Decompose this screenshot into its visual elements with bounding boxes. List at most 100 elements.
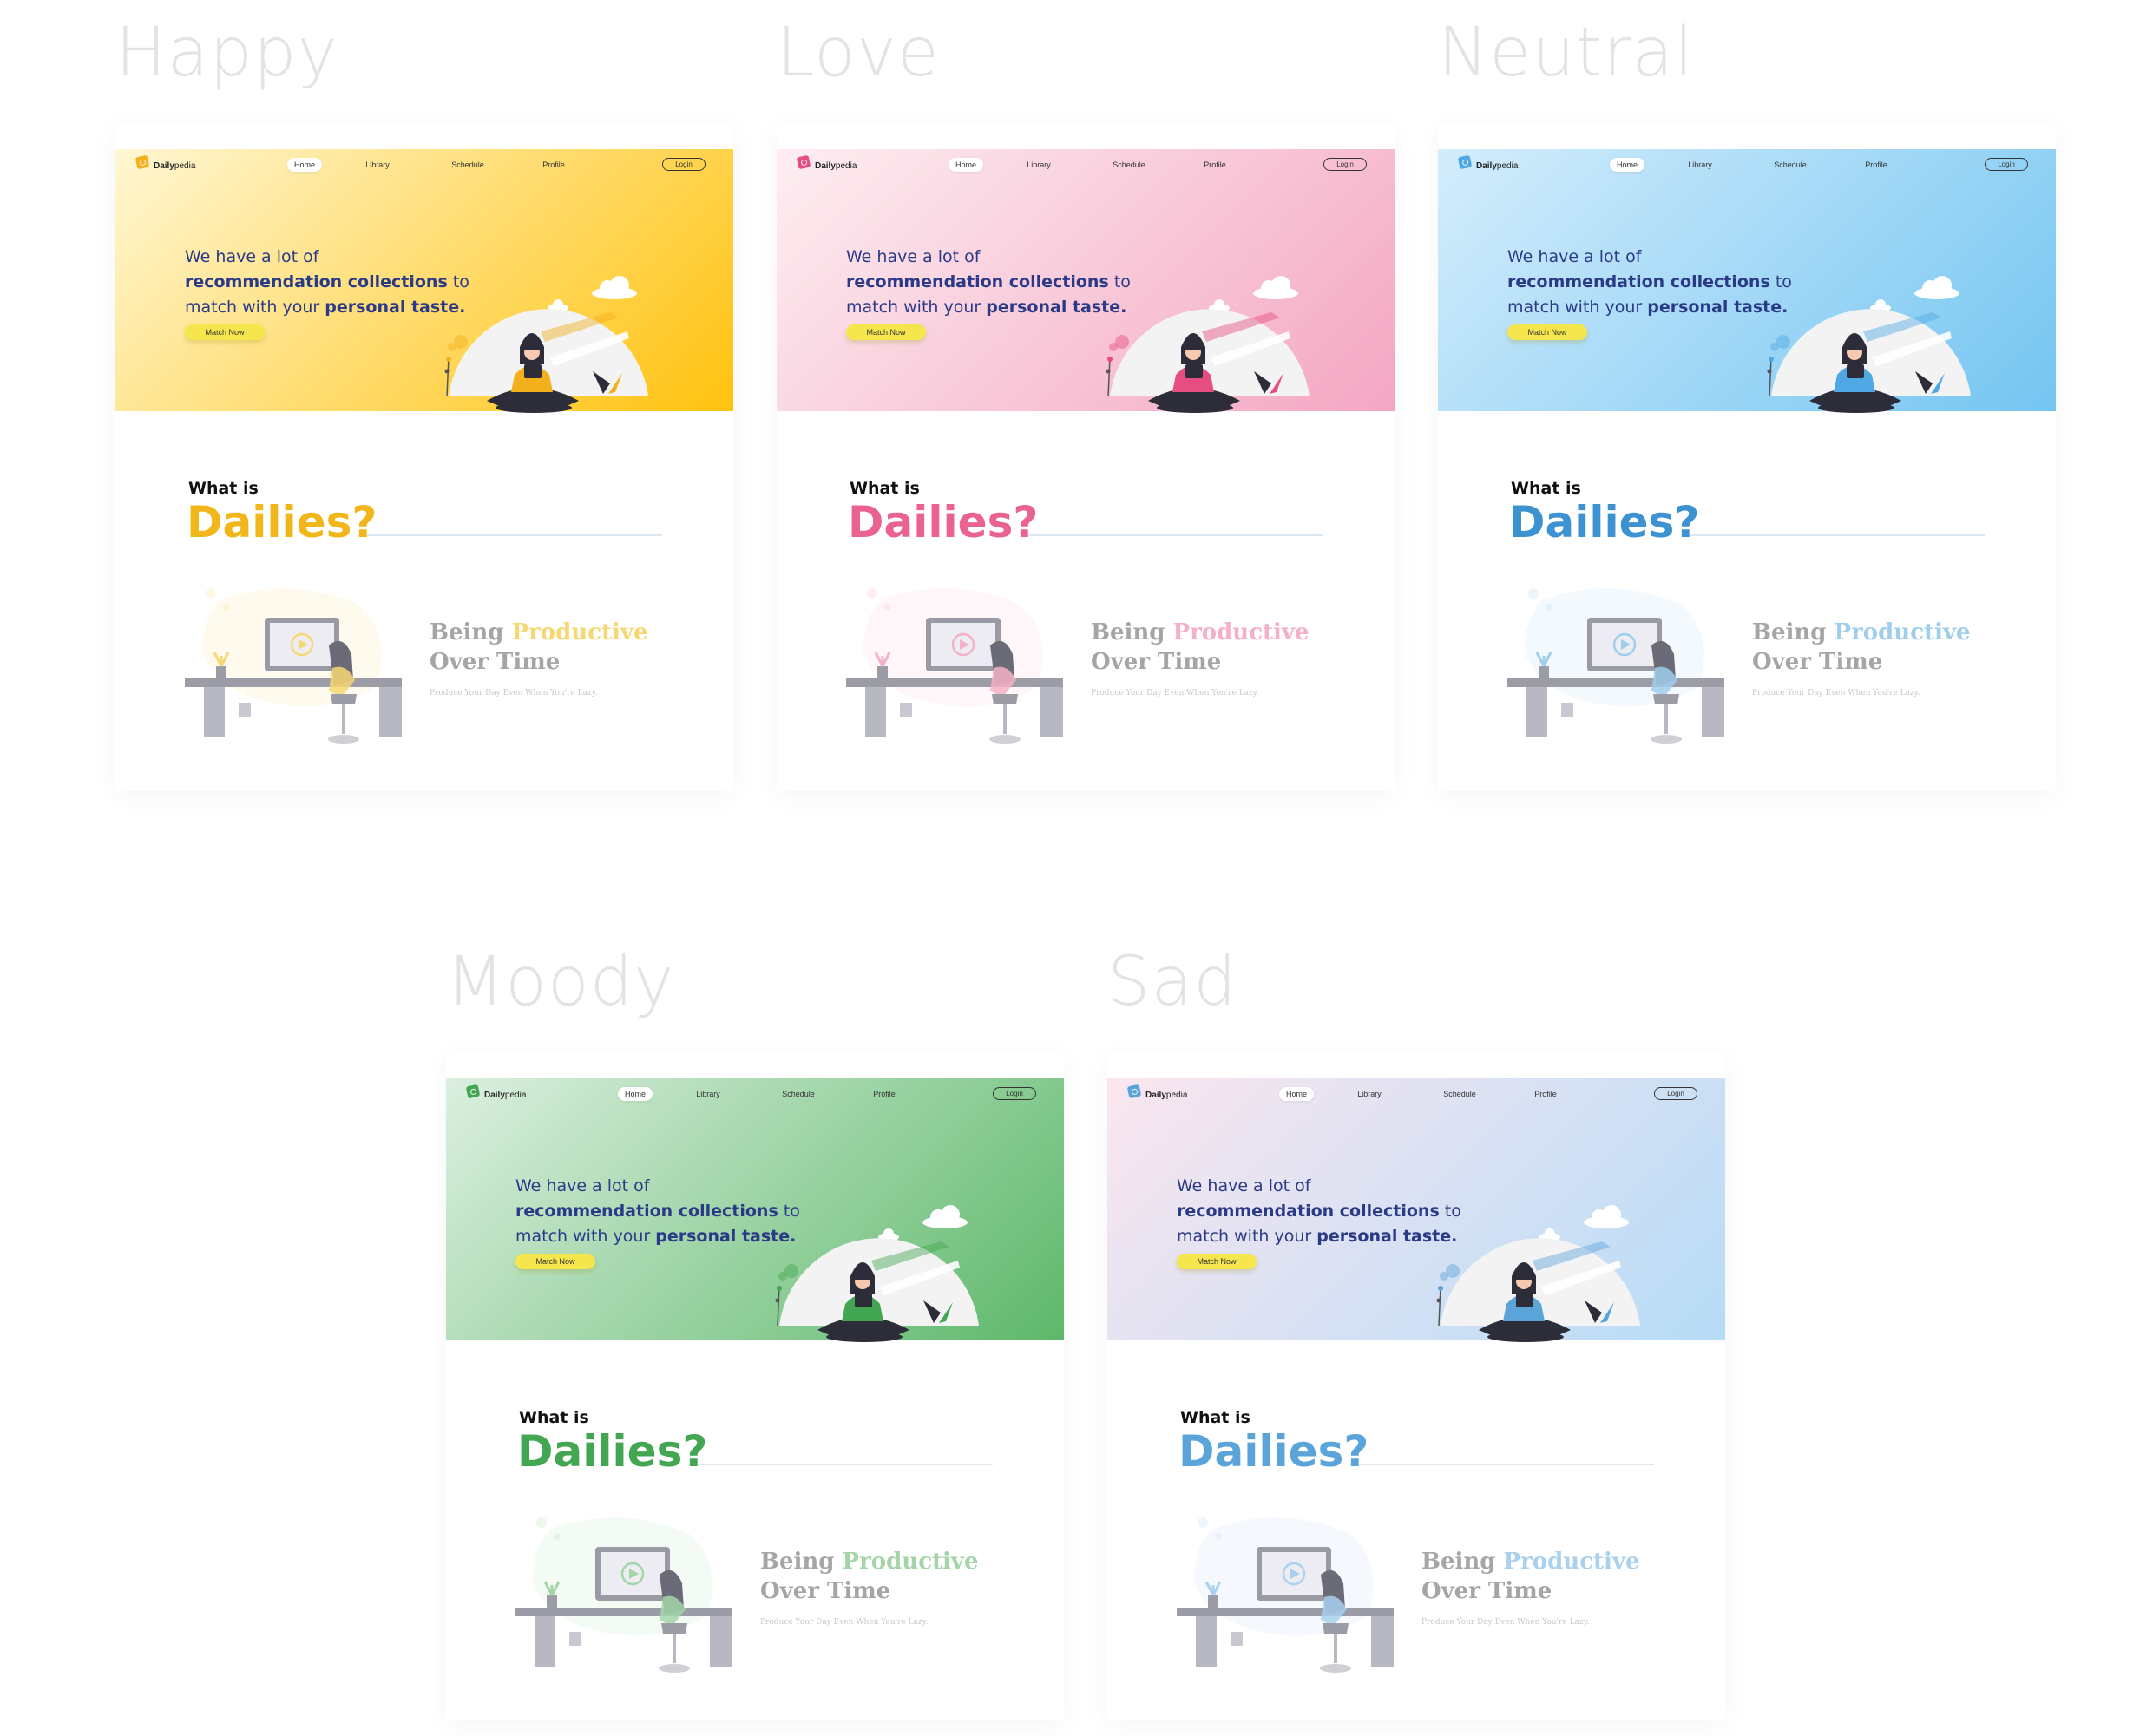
- nav-schedule[interactable]: Schedule: [779, 1087, 817, 1101]
- meditating-woman-illustration: [1767, 276, 1971, 413]
- section-divider: [698, 1464, 993, 1465]
- cloud-icon: [592, 276, 637, 299]
- logo-text[interactable]: Dailypedia: [1145, 1091, 1187, 1100]
- navbar: Dailypedia Home Library Schedule Profile…: [115, 149, 733, 184]
- login-button[interactable]: Login: [1985, 158, 2028, 171]
- meditating-woman-illustration: [444, 276, 648, 413]
- feature-highlight: Productive: [1834, 619, 1971, 645]
- nav-profile[interactable]: Profile: [870, 1087, 898, 1101]
- nav-profile[interactable]: Profile: [1201, 158, 1229, 172]
- logo-text[interactable]: Dailypedia: [1476, 161, 1518, 171]
- variant-title: Sad: [1107, 943, 1237, 1021]
- nav-profile[interactable]: Profile: [1862, 158, 1890, 172]
- meditating-woman-illustration: [1106, 276, 1310, 413]
- logo-text[interactable]: Dailypedia: [815, 161, 857, 171]
- hero-headline: We have a lot of recommendation collecti…: [1507, 247, 1792, 317]
- variant-title: Neutral: [1438, 14, 1694, 92]
- desk-computer-illustration: [185, 588, 402, 744]
- landing-page-card: Dailypedia Home Library Schedule Profile…: [777, 123, 1395, 791]
- hero-banner: Dailypedia Home Library Schedule Profile…: [1107, 1078, 1725, 1342]
- nav-schedule[interactable]: Schedule: [1771, 158, 1809, 172]
- hero-headline: We have a lot of recommendation collecti…: [185, 247, 469, 317]
- cloud-icon: [1253, 276, 1298, 299]
- section-divider: [1028, 534, 1323, 536]
- landing-page-card: Dailypedia Home Library Schedule Profile…: [1107, 1052, 1725, 1720]
- feature-highlight: Productive: [1503, 1549, 1640, 1575]
- cloud-icon: [1914, 276, 1959, 299]
- login-button[interactable]: Login: [662, 158, 706, 171]
- variant-title: Love: [777, 14, 940, 92]
- nav-schedule[interactable]: Schedule: [1110, 158, 1148, 172]
- logo-icon[interactable]: [465, 1084, 481, 1099]
- navbar: Dailypedia Home Library Schedule Profile…: [1107, 1078, 1725, 1113]
- logo-icon[interactable]: [1126, 1084, 1142, 1099]
- match-now-button[interactable]: Match Now: [846, 324, 926, 340]
- feature-title: Being Productive Over Time: [430, 619, 648, 675]
- what-is-label: What is: [188, 479, 259, 498]
- feature-title: Being Productive Over Time: [1421, 1549, 1640, 1604]
- section-divider: [367, 534, 662, 536]
- monitor-icon: [1587, 618, 1662, 671]
- what-is-label: What is: [1511, 479, 1581, 498]
- hero-banner: Dailypedia Home Library Schedule Profile…: [1438, 149, 2056, 413]
- hero-banner: Dailypedia Home Library Schedule Profile…: [115, 149, 733, 413]
- variant-title: Moody: [446, 943, 675, 1021]
- logo-text[interactable]: Dailypedia: [484, 1091, 526, 1100]
- landing-page-card: Dailypedia Home Library Schedule Profile…: [115, 123, 733, 791]
- feature-highlight: Productive: [842, 1549, 979, 1575]
- nav-schedule[interactable]: Schedule: [1441, 1087, 1479, 1101]
- logo-text[interactable]: Dailypedia: [154, 161, 195, 171]
- monitor-icon: [265, 618, 339, 671]
- match-now-button[interactable]: Match Now: [1507, 324, 1587, 340]
- login-button[interactable]: Login: [1654, 1087, 1697, 1100]
- logo-icon[interactable]: [796, 154, 811, 170]
- feature-title: Being Productive Over Time: [760, 1549, 979, 1604]
- hero-banner: Dailypedia Home Library Schedule Profile…: [777, 149, 1395, 413]
- nav-library[interactable]: Library: [1023, 158, 1054, 172]
- nav-home[interactable]: Home: [1279, 1087, 1314, 1101]
- nav-home[interactable]: Home: [949, 158, 983, 172]
- login-button[interactable]: Login: [993, 1087, 1036, 1100]
- cloud-icon: [922, 1205, 968, 1228]
- hero-banner: Dailypedia Home Library Schedule Profile…: [446, 1078, 1064, 1342]
- section-divider: [1359, 1464, 1654, 1465]
- feature-highlight: Productive: [511, 619, 648, 645]
- section-divider: [1690, 534, 1985, 536]
- match-now-button[interactable]: Match Now: [1177, 1254, 1257, 1269]
- match-now-button[interactable]: Match Now: [185, 324, 265, 340]
- monitor-icon: [595, 1547, 670, 1601]
- nav-library[interactable]: Library: [1354, 1087, 1385, 1101]
- logo-icon[interactable]: [1457, 154, 1473, 170]
- hero-headline: We have a lot of recommendation collecti…: [846, 247, 1131, 317]
- feature-subtitle: Produce Your Day Even When You're Lazy.: [430, 689, 598, 698]
- hero-headline: We have a lot of recommendation collecti…: [515, 1176, 800, 1246]
- navbar: Dailypedia Home Library Schedule Profile…: [1438, 149, 2056, 184]
- what-is-label: What is: [1180, 1408, 1250, 1427]
- nav-profile[interactable]: Profile: [1532, 1087, 1559, 1101]
- feature-subtitle: Produce Your Day Even When You're Lazy.: [760, 1618, 929, 1627]
- nav-library[interactable]: Library: [693, 1087, 724, 1101]
- monitor-icon: [926, 618, 1001, 671]
- nav-schedule[interactable]: Schedule: [449, 158, 487, 172]
- dailies-heading: Dailies?: [187, 497, 377, 547]
- hero-headline: We have a lot of recommendation collecti…: [1177, 1176, 1461, 1246]
- meditating-woman-illustration: [1436, 1205, 1640, 1342]
- feature-title: Being Productive Over Time: [1091, 619, 1310, 675]
- logo-icon[interactable]: [135, 154, 150, 170]
- nav-home[interactable]: Home: [1610, 158, 1644, 172]
- dailies-heading: Dailies?: [517, 1426, 708, 1477]
- cloud-icon: [1584, 1205, 1629, 1228]
- nav-home[interactable]: Home: [618, 1087, 653, 1101]
- feature-subtitle: Produce Your Day Even When You're Lazy.: [1752, 689, 1920, 698]
- feature-subtitle: Produce Your Day Even When You're Lazy.: [1091, 689, 1259, 698]
- nav-home[interactable]: Home: [287, 158, 322, 172]
- desk-computer-illustration: [846, 588, 1063, 744]
- nav-library[interactable]: Library: [1684, 158, 1716, 172]
- match-now-button[interactable]: Match Now: [515, 1254, 595, 1269]
- desk-computer-illustration: [515, 1517, 732, 1673]
- nav-library[interactable]: Library: [362, 158, 393, 172]
- feature-subtitle: Produce Your Day Even When You're Lazy.: [1421, 1618, 1590, 1627]
- variant-title: Happy: [115, 14, 338, 92]
- login-button[interactable]: Login: [1323, 158, 1367, 171]
- nav-profile[interactable]: Profile: [540, 158, 568, 172]
